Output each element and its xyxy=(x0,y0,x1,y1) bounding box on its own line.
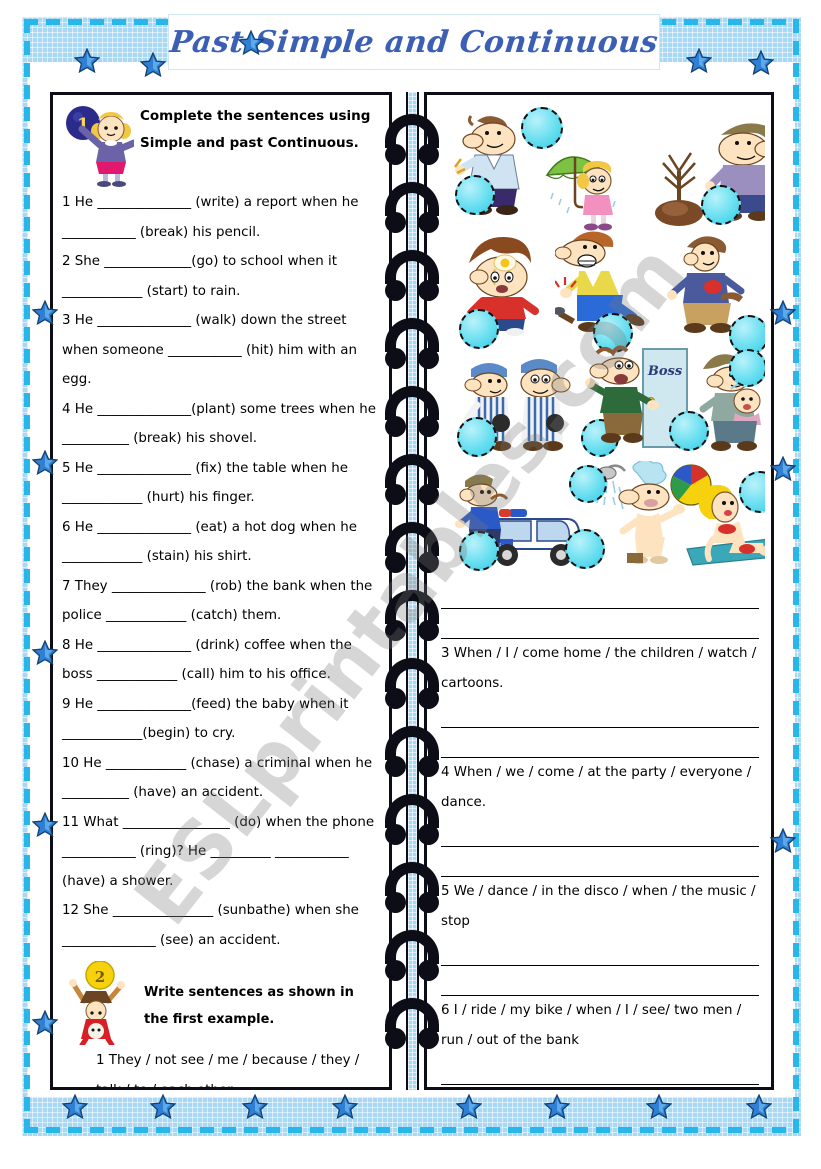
decor-star-icon xyxy=(32,300,58,326)
answer-line[interactable] xyxy=(441,1085,759,1087)
answer-line[interactable] xyxy=(441,966,759,996)
decor-star-icon xyxy=(748,50,774,76)
decor-star-icon xyxy=(646,1094,672,1120)
decor-star-icon xyxy=(332,1094,358,1120)
exercise-2-item-1-prompt: 1 They / not see / me / because / they /… xyxy=(96,1053,360,1087)
exercise-1-item: 8 He ______________ (drink) coffee when … xyxy=(62,637,357,683)
decor-star-icon xyxy=(150,1094,176,1120)
decor-star-icon xyxy=(686,48,712,74)
exercise-1-item: 11 What ________________ (do) when the p… xyxy=(62,814,379,889)
exercise-2-right-item: 6 I / ride / my bike / when / I / see/ t… xyxy=(441,1003,746,1048)
answer-line[interactable] xyxy=(441,847,759,877)
exercise-1-item: 7 They ______________ (rob) the bank whe… xyxy=(62,578,377,624)
answer-bubble xyxy=(459,309,499,349)
svg-text:Boss: Boss xyxy=(647,364,683,379)
exercise-2-instruction: Write sentences as shown in the first ex… xyxy=(144,985,354,1027)
answer-bubble xyxy=(729,349,765,387)
exercise-2-right-item: 5 We / dance / in the disco / when / the… xyxy=(441,884,760,929)
answer-bubble xyxy=(455,175,495,215)
figure-girl-with-umbrella xyxy=(545,156,616,231)
exercise-2-right-item: 3 When / I / come home / the children / … xyxy=(441,646,761,691)
answer-line[interactable] xyxy=(441,728,759,758)
exercise-1-item: 12 She _______________ (sunbathe) when s… xyxy=(62,903,364,948)
exercise-1-mascot-girl-icon: 1 xyxy=(62,101,138,187)
answer-line[interactable] xyxy=(441,817,759,847)
answer-line[interactable] xyxy=(441,609,759,639)
exercise-1-item: 3 He ______________ (walk) down the stre… xyxy=(62,313,362,387)
decor-star-icon xyxy=(770,300,796,326)
exercise-1-item: 1 He ______________ (write) a report whe… xyxy=(62,195,363,240)
right-worksheet-panel: Boss 3 When / I / come home / the childr… xyxy=(424,92,774,1090)
exercise-2-right-item: 4 When / we / come / at the party / ever… xyxy=(441,765,756,810)
exercise-2-mascot-handstand-icon: 2 xyxy=(62,960,132,1048)
illustration-collage: Boss xyxy=(433,99,765,579)
answer-line[interactable] xyxy=(441,1055,759,1085)
exercise-1-item: 2 She _____________(go) to school when i… xyxy=(62,254,342,299)
decor-star-icon xyxy=(32,450,58,476)
answer-line[interactable] xyxy=(441,698,759,728)
decor-star-icon xyxy=(544,1094,570,1120)
exercise-1-instruction: Complete the sentences using Simple and … xyxy=(140,108,371,151)
answer-bubble xyxy=(569,465,607,503)
decor-star-icon xyxy=(74,48,100,74)
svg-text:2: 2 xyxy=(95,968,105,986)
border-tick-right xyxy=(793,19,799,1133)
decor-star-icon xyxy=(62,1094,88,1120)
border-tick-bottom xyxy=(24,1127,799,1133)
exercise-2-header: 2 Write sentences as shown in the first … xyxy=(62,960,381,1048)
exercise-1-item: 5 He ______________ (fix) the table when… xyxy=(62,460,353,506)
decor-star-icon xyxy=(238,30,264,56)
worksheet-page: Past Simple and Continuous 1 Complete th… xyxy=(0,0,821,1169)
answer-line[interactable] xyxy=(441,579,759,609)
exercise-1-item: 6 He ______________ (eat) a hot dog when… xyxy=(62,519,362,565)
decor-star-icon xyxy=(32,812,58,838)
decor-star-icon xyxy=(746,1094,772,1120)
decor-star-icon xyxy=(770,456,796,482)
exercise-1-item: 10 He ____________ (chase) a criminal wh… xyxy=(62,755,377,801)
decor-star-icon xyxy=(32,640,58,666)
decor-star-icon xyxy=(140,52,166,78)
exercise-1-item: 4 He ______________(plant) some trees wh… xyxy=(62,401,381,447)
decor-star-icon xyxy=(242,1094,268,1120)
answer-bubble xyxy=(459,531,499,571)
exercise-1-item: 9 He ______________(feed) the baby when … xyxy=(62,696,353,742)
decor-star-icon xyxy=(456,1094,482,1120)
decor-star-icon xyxy=(770,828,796,854)
left-worksheet-panel: 1 Complete the sentences using Simple an… xyxy=(50,92,392,1090)
exercise-1-header: 1 Complete the sentences using Simple an… xyxy=(62,101,381,187)
decor-star-icon xyxy=(32,1010,58,1036)
answer-line[interactable] xyxy=(441,936,759,966)
answer-bubble xyxy=(457,417,497,457)
border-tick-left xyxy=(24,19,30,1133)
answer-bubble xyxy=(701,185,741,225)
